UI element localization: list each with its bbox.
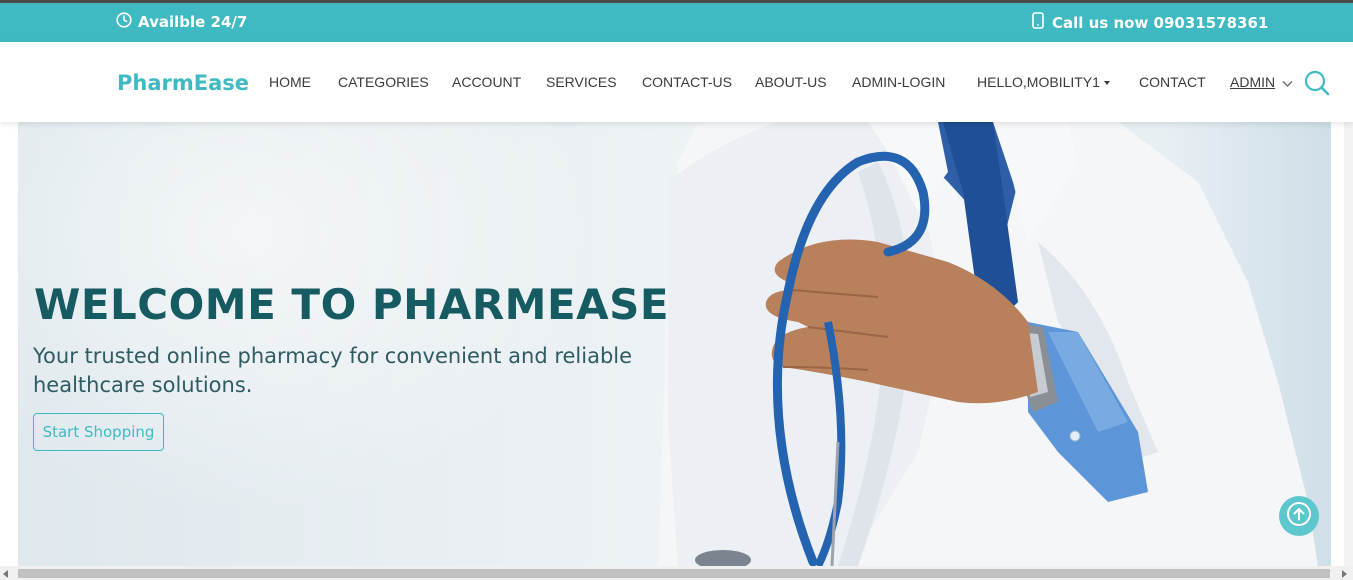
main-navbar: PharmEase HOME CATEGORIES ACCOUNT SERVIC…: [0, 42, 1353, 122]
search-icon[interactable]: [1303, 69, 1331, 102]
clock-icon: [116, 12, 132, 32]
phone-icon: [1032, 12, 1044, 33]
user-menu-dropdown[interactable]: HELLO,MOBILITY1: [977, 74, 1110, 90]
hero-banner: WELCOME TO PHARMEASE Your trusted online…: [18, 122, 1331, 566]
nav-contact-us[interactable]: CONTACT-US: [642, 74, 732, 90]
top-info-bar: Availble 24/7 Call us now 09031578361: [0, 0, 1353, 42]
caret-down-icon: [1103, 81, 1110, 86]
availability-text: Availble 24/7: [138, 13, 248, 31]
admin-label: ADMIN: [1230, 74, 1276, 90]
user-greeting: HELLO,MOBILITY1: [977, 74, 1100, 90]
call-info[interactable]: Call us now 09031578361: [1032, 12, 1268, 33]
scroll-right-icon[interactable]: [1342, 570, 1347, 578]
start-shopping-button[interactable]: Start Shopping: [33, 413, 164, 451]
call-text[interactable]: Call us now 09031578361: [1052, 14, 1268, 32]
availability-info: Availble 24/7: [116, 12, 247, 32]
nav-admin-login[interactable]: ADMIN-LOGIN: [852, 74, 945, 90]
arrow-up-circle-icon: [1286, 501, 1312, 532]
brand-logo[interactable]: PharmEase: [117, 71, 249, 95]
nav-categories[interactable]: CATEGORIES: [338, 74, 429, 90]
nav-account[interactable]: ACCOUNT: [452, 74, 521, 90]
back-to-top-button[interactable]: [1279, 496, 1319, 536]
chevron-down-icon: [1282, 75, 1293, 91]
hero-subtitle: Your trusted online pharmacy for conveni…: [33, 344, 633, 397]
scroll-left-icon[interactable]: [3, 570, 8, 578]
horizontal-scroll-thumb[interactable]: [18, 569, 1330, 578]
nav-about-us[interactable]: ABOUT-US: [755, 74, 827, 90]
admin-dropdown[interactable]: ADMIN: [1230, 74, 1293, 91]
nav-services[interactable]: SERVICES: [546, 74, 617, 90]
nav-contact[interactable]: CONTACT: [1139, 74, 1206, 90]
nav-home[interactable]: HOME: [269, 74, 311, 90]
horizontal-scrollbar[interactable]: [0, 566, 1353, 580]
hero-title: WELCOME TO PHARMEASE: [34, 280, 670, 329]
